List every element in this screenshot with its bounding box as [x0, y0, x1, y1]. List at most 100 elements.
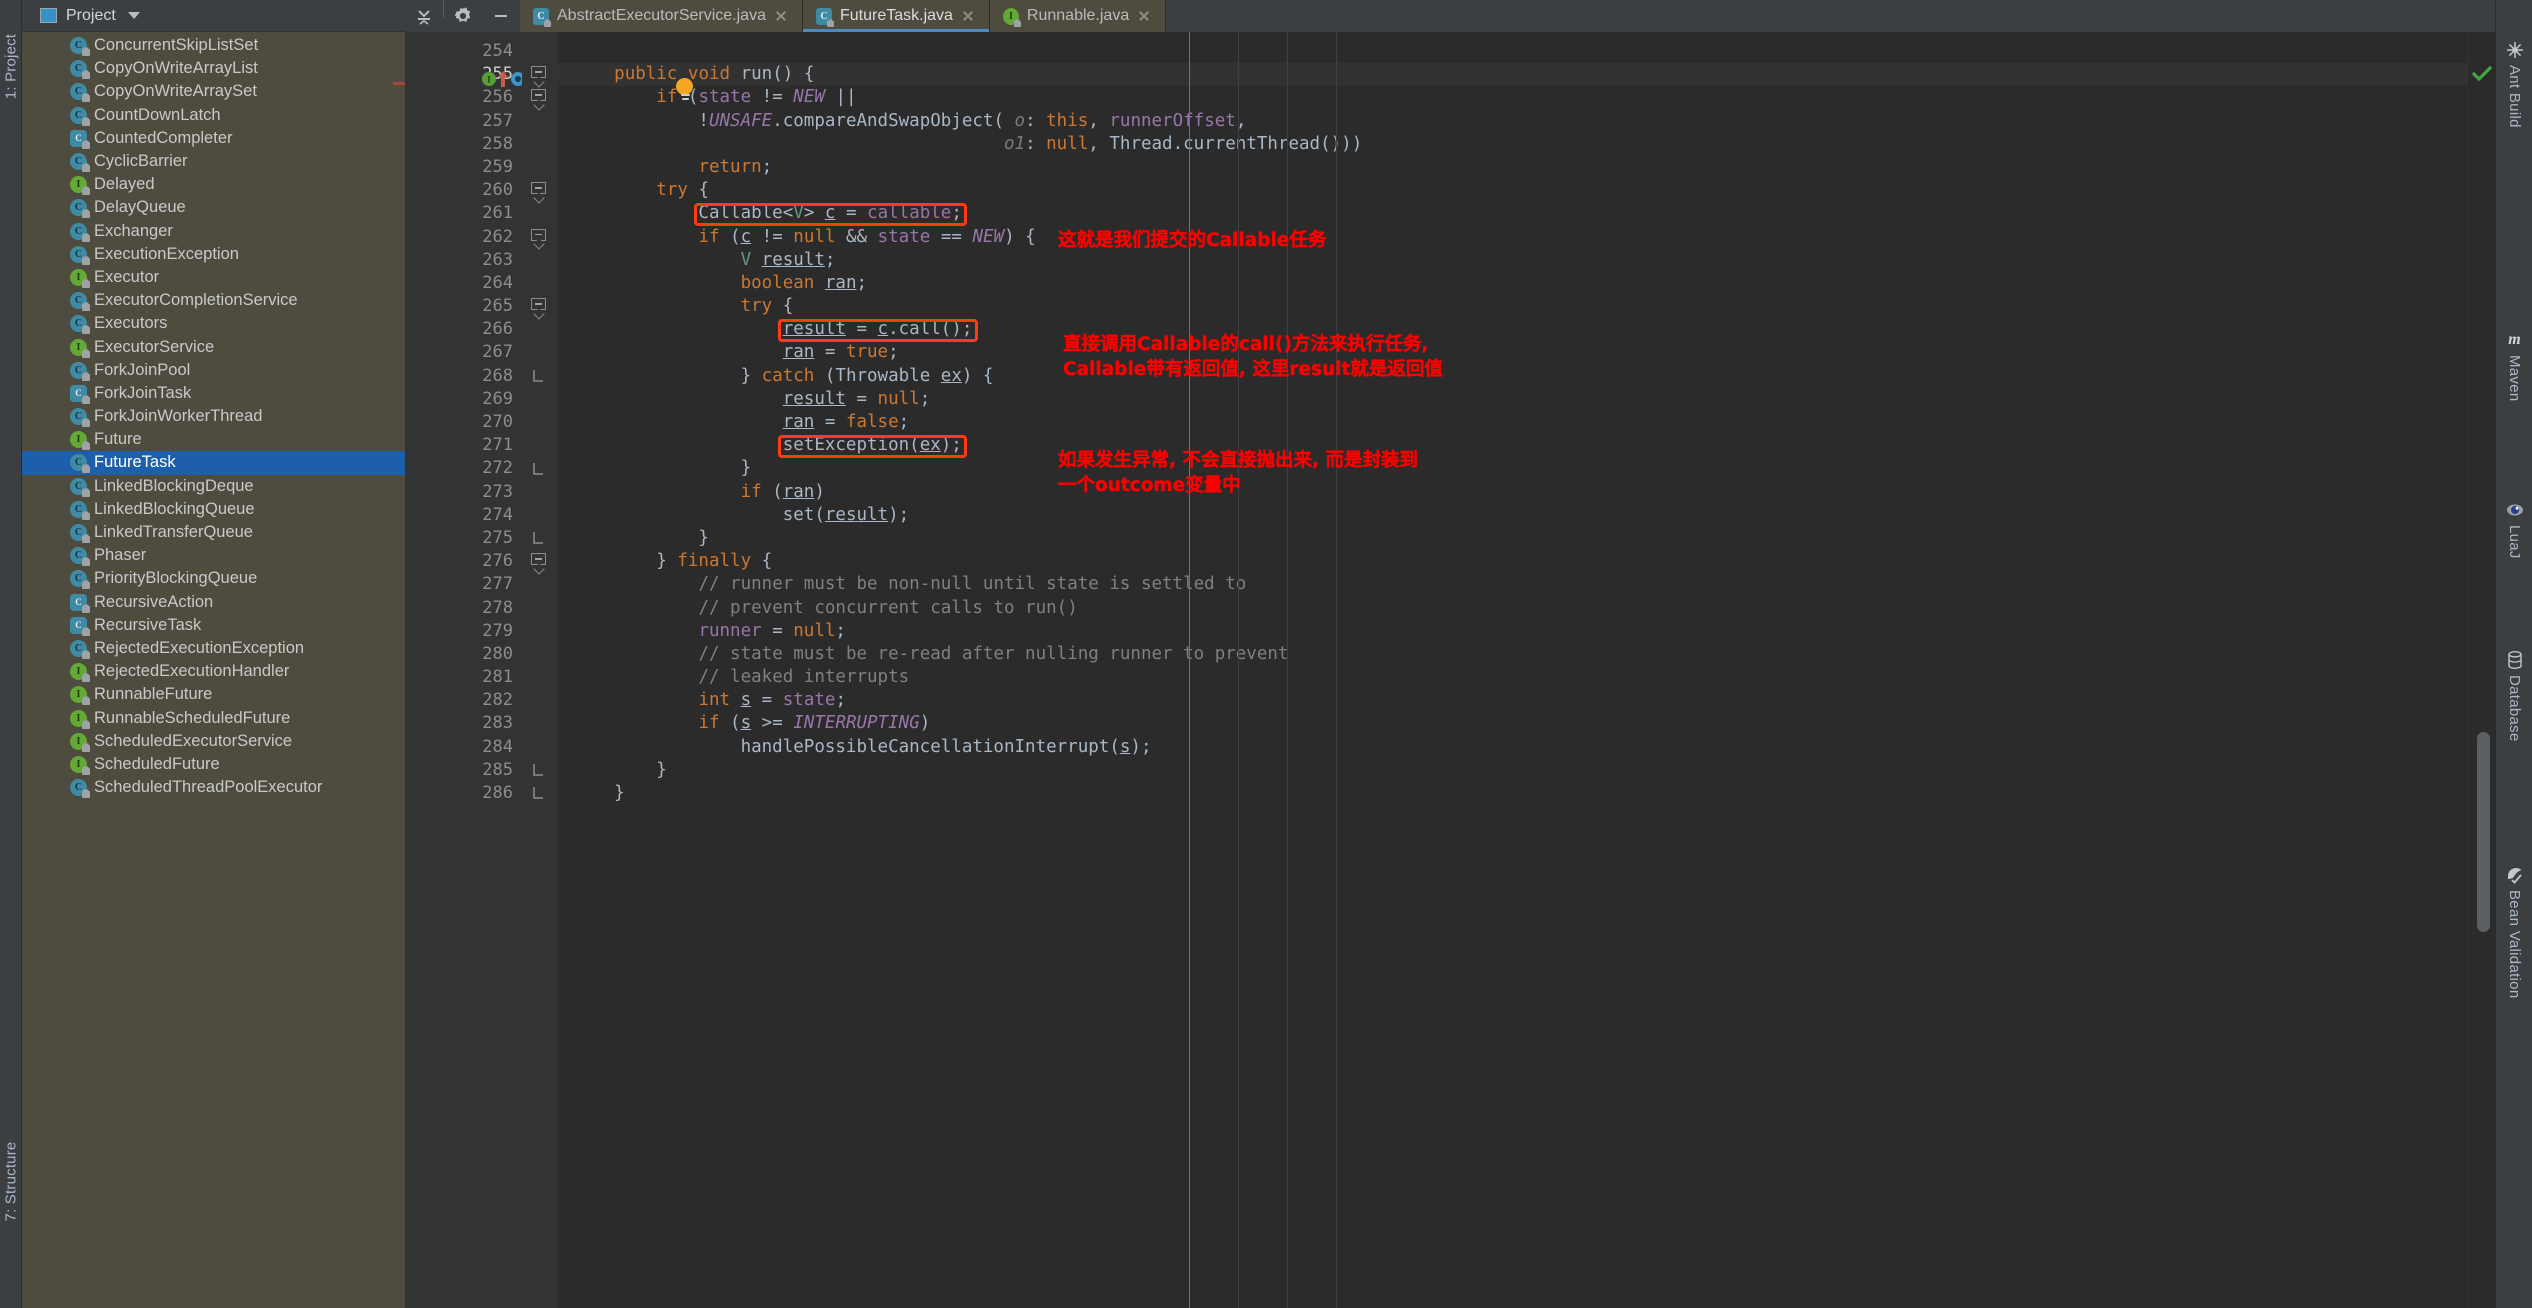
project-tree-item[interactable]: C CopyOnWriteArrayList	[22, 57, 405, 80]
project-tree-item[interactable]: C ScheduledThreadPoolExecutor	[22, 776, 405, 799]
code-line[interactable]: ran = true;	[558, 341, 2467, 364]
code-line[interactable]: !UNSAFE.compareAndSwapObject( o: this, r…	[558, 110, 2467, 133]
inspection-scrollbar[interactable]	[2467, 32, 2495, 1308]
project-tree-item[interactable]: C CountDownLatch	[22, 104, 405, 127]
implements-method-icon[interactable]: I	[481, 71, 497, 92]
fold-marker[interactable]	[531, 66, 548, 88]
code-line[interactable]: result = c.call();	[558, 318, 2467, 341]
code-line[interactable]: int s = state;	[558, 689, 2467, 712]
project-tree-item[interactable]: C ForkJoinPool	[22, 359, 405, 382]
project-tree-item[interactable]: C LinkedBlockingQueue	[22, 498, 405, 521]
project-tree-item[interactable]: C Phaser	[22, 544, 405, 567]
project-tree-item[interactable]: C Exchanger	[22, 220, 405, 243]
project-tree-item[interactable]: I Future	[22, 428, 405, 451]
collapse-all-button[interactable]	[405, 0, 443, 32]
code-line[interactable]: return;	[558, 156, 2467, 179]
code-line[interactable]: if (state != NEW ||	[558, 86, 2467, 109]
project-tree-item[interactable]: C DelayQueue	[22, 196, 405, 219]
code-line[interactable]: if (c != null && state == NEW) {	[558, 226, 2467, 249]
code-line[interactable]: // state must be re-read after nulling r…	[558, 643, 2467, 666]
code-text[interactable]: public void run() { if (state != NEW || …	[558, 32, 2467, 1308]
project-tree[interactable]: C ConcurrentSkipListSet C CopyOnWriteArrayL…	[22, 32, 405, 1308]
vertical-scrollbar-thumb[interactable]	[2477, 732, 2490, 932]
code-line[interactable]	[558, 40, 2467, 63]
project-tree-item[interactable]: C CountedCompleter	[22, 127, 405, 150]
close-icon[interactable]	[1137, 9, 1151, 23]
code-line[interactable]: boolean ran;	[558, 272, 2467, 295]
fold-marker[interactable]	[531, 89, 548, 111]
code-line[interactable]: } finally {	[558, 550, 2467, 573]
project-tree-item[interactable]: C ForkJoinWorkerThread	[22, 405, 405, 428]
close-icon[interactable]	[774, 9, 788, 23]
code-line[interactable]: runner = null;	[558, 620, 2467, 643]
code-line[interactable]: V result;	[558, 249, 2467, 272]
code-line[interactable]: // leaked interrupts	[558, 666, 2467, 689]
project-tree-item[interactable]: I RunnableFuture	[22, 683, 405, 706]
project-tree-item[interactable]: C CopyOnWriteArraySet	[22, 80, 405, 103]
project-tree-item[interactable]: C LinkedBlockingDeque	[22, 475, 405, 498]
fold-marker[interactable]	[531, 182, 548, 204]
right-tool-button-maven[interactable]: Maven m	[2496, 330, 2532, 402]
project-tree-item[interactable]: C RejectedExecutionException	[22, 637, 405, 660]
fold-marker[interactable]	[531, 368, 548, 386]
code-line[interactable]: }	[558, 782, 2467, 805]
project-tree-item[interactable]: C Executors	[22, 312, 405, 335]
project-tree-item[interactable]: C FutureTask	[22, 451, 405, 475]
code-line[interactable]: o1: null, Thread.currentThread()))	[558, 133, 2467, 156]
code-line[interactable]: if (ran)	[558, 481, 2467, 504]
fold-marker[interactable]	[531, 762, 548, 780]
fold-marker[interactable]	[531, 461, 548, 479]
project-tree-item[interactable]: I RejectedExecutionHandler	[22, 660, 405, 683]
project-tree-item[interactable]: I ExecutorService	[22, 335, 405, 358]
code-line[interactable]: }	[558, 759, 2467, 782]
right-tool-button-bean-validation[interactable]: Bean Validation	[2496, 865, 2532, 998]
project-tree-item[interactable]: I Delayed	[22, 173, 405, 196]
project-tree-item[interactable]: C CyclicBarrier	[22, 150, 405, 173]
project-tree-item[interactable]: C ExecutionException	[22, 243, 405, 266]
right-tool-button-ant-build[interactable]: Ant Build	[2496, 40, 2532, 128]
code-line[interactable]: // prevent concurrent calls to run()	[558, 597, 2467, 620]
right-tool-button-database[interactable]: Database	[2496, 650, 2532, 742]
code-line[interactable]: } catch (Throwable ex) {	[558, 365, 2467, 388]
code-line[interactable]: public void run() {	[558, 63, 2467, 87]
project-tree-item[interactable]: C ExecutorCompletionService	[22, 289, 405, 312]
code-line[interactable]: ran = false;	[558, 411, 2467, 434]
arrow-up-icon[interactable]	[497, 70, 509, 93]
project-tree-item[interactable]: C RecursiveTask	[22, 614, 405, 637]
close-icon[interactable]	[961, 9, 975, 23]
editor-tab[interactable]: C FutureTask.java	[802, 0, 990, 32]
fold-marker[interactable]	[531, 553, 548, 575]
code-folding-gutter[interactable]	[522, 32, 558, 1308]
code-line[interactable]: Callable<V> c = callable;	[558, 202, 2467, 225]
project-tree-item[interactable]: C ForkJoinTask	[22, 382, 405, 405]
code-line[interactable]: try {	[558, 179, 2467, 202]
project-tree-item[interactable]: I ScheduledFuture	[22, 753, 405, 776]
project-tree-item[interactable]: I RunnableScheduledFuture	[22, 706, 405, 729]
fold-marker[interactable]	[531, 228, 548, 250]
tool-button-project[interactable]: 1: Project	[2, 34, 19, 99]
code-line[interactable]: // runner must be non-null until state i…	[558, 573, 2467, 596]
project-tree-item[interactable]: I ScheduledExecutorService	[22, 730, 405, 753]
code-line[interactable]: handlePossibleCancellationInterrupt(s);	[558, 736, 2467, 759]
fold-marker[interactable]	[531, 298, 548, 320]
editor-tab[interactable]: I Runnable.java	[989, 0, 1167, 32]
project-tree-item[interactable]: I Executor	[22, 266, 405, 289]
project-tree-item[interactable]: C RecursiveAction	[22, 591, 405, 614]
lightbulb-icon[interactable]	[676, 78, 694, 100]
fold-marker[interactable]	[531, 530, 548, 548]
right-tool-button-luaj[interactable]: LuaJ	[2496, 500, 2532, 559]
hide-panel-button[interactable]	[482, 0, 520, 32]
code-line[interactable]: }	[558, 457, 2467, 480]
chevron-down-icon[interactable]	[127, 12, 140, 19]
project-tree-item[interactable]: C ConcurrentSkipListSet	[22, 34, 405, 57]
code-line[interactable]: if (s >= INTERRUPTING)	[558, 712, 2467, 735]
tool-button-structure[interactable]: 7: Structure	[2, 1142, 19, 1222]
settings-button[interactable]	[444, 0, 482, 32]
code-line[interactable]: setException(ex);	[558, 434, 2467, 457]
code-line[interactable]: result = null;	[558, 388, 2467, 411]
code-line[interactable]: set(result);	[558, 504, 2467, 527]
fold-marker[interactable]	[531, 785, 548, 803]
project-tree-item[interactable]: C LinkedTransferQueue	[22, 521, 405, 544]
project-tree-item[interactable]: C PriorityBlockingQueue	[22, 567, 405, 590]
editor-tab[interactable]: C AbstractExecutorService.java	[520, 0, 803, 32]
